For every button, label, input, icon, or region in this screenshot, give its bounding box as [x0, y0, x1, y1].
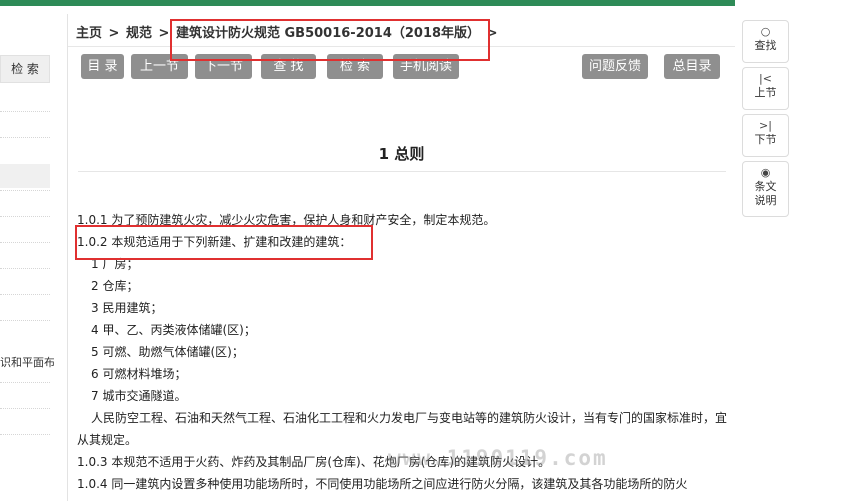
feedback-button[interactable]: 问题反馈: [582, 54, 648, 79]
title-divider: [78, 171, 726, 172]
sidebar-divider: [0, 190, 50, 191]
tool-prev-label: 上节: [754, 86, 777, 99]
list-item: 7 城市交通隧道。: [91, 389, 187, 403]
search-icon: ○: [760, 25, 771, 38]
sidebar-item-active[interactable]: [0, 164, 50, 188]
sidebar-divider: [0, 216, 50, 217]
top-accent-bar: [0, 0, 735, 6]
tool-explain[interactable]: ◉ 条文 说明: [742, 161, 789, 217]
sidebar-divider: [0, 320, 50, 321]
tool-prev[interactable]: |< 上节: [742, 67, 789, 110]
list-item: 3 民用建筑；: [91, 301, 163, 315]
sidebar-divider: [0, 434, 50, 435]
breadcrumb-separator: >: [108, 26, 120, 41]
highlight-box-title: [170, 19, 490, 61]
sidebar-divider: [0, 111, 50, 112]
left-sidebar: 检 索 识和平面布: [0, 16, 54, 501]
tool-explain-label-1: 条文: [754, 180, 777, 193]
catalog-button[interactable]: 目 录: [81, 54, 124, 79]
list-item: 2 仓库；: [91, 279, 139, 293]
sidebar-divider: [0, 242, 50, 243]
tool-next-label: 下节: [754, 133, 777, 146]
tool-explain-label-2: 说明: [754, 194, 777, 207]
tool-next[interactable]: >| 下节: [742, 114, 789, 157]
breadcrumb-home[interactable]: 主页: [76, 26, 102, 41]
sidebar-divider: [0, 382, 50, 383]
watermark: www.1190119.com: [388, 446, 608, 470]
sidebar-divider: [0, 268, 50, 269]
sidebar-divider: [0, 294, 50, 295]
sidebar-divider: [0, 408, 50, 409]
first-page-icon: |<: [759, 72, 772, 85]
list-item: 6 可燃材料堆场；: [91, 367, 187, 381]
clause-note: 人民防空工程、石油和天然气工程、石油化工工程和火力发电厂与变电站等的建筑防火设计…: [77, 411, 728, 447]
main-catalog-button[interactable]: 总目录: [664, 54, 720, 79]
tool-search-label: 查找: [754, 39, 777, 52]
clause-1-0-4: 1.0.4 同一建筑内设置多种使用功能场所时，不同使用功能场所之间应进行防火分隔…: [77, 477, 688, 491]
sidebar-divider: [0, 137, 50, 138]
list-item: 4 甲、乙、丙类液体储罐(区)；: [91, 323, 256, 337]
highlight-box-clause: [75, 225, 373, 260]
section-title: 1 总则: [378, 145, 425, 163]
last-page-icon: >|: [759, 119, 772, 132]
breadcrumb-spec[interactable]: 规范: [126, 26, 152, 41]
eye-icon: ◉: [760, 166, 771, 179]
sidebar-item-label[interactable]: 识和平面布: [0, 354, 54, 370]
list-item: 5 可燃、助燃气体储罐(区)；: [91, 345, 244, 359]
sidebar-search-button[interactable]: 检 索: [0, 55, 50, 83]
tool-search[interactable]: ○ 查找: [742, 20, 789, 63]
breadcrumb-separator: >: [158, 26, 170, 41]
